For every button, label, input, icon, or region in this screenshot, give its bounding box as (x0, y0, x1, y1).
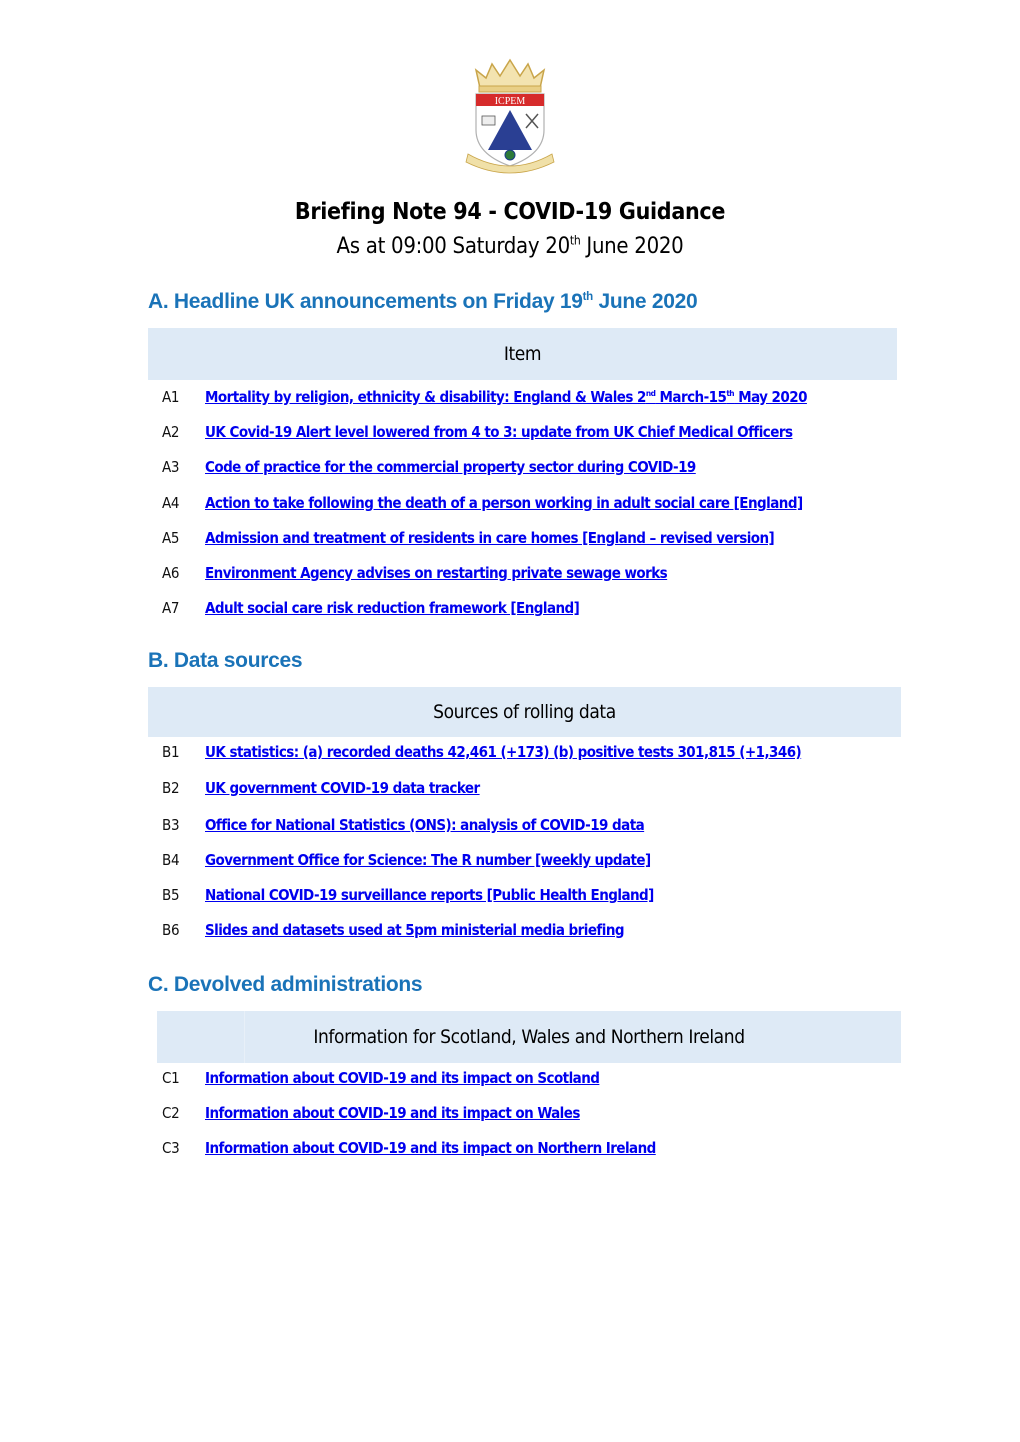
link-c1[interactable]: Information about COVID-19 and its impac… (205, 1069, 600, 1087)
list-item: A6 Environment Agency advises on restart… (162, 564, 668, 582)
svg-text:ICPEM: ICPEM (495, 96, 526, 107)
link-a4[interactable]: Action to take following the death of a … (205, 494, 803, 512)
link-a3[interactable]: Code of practice for the commercial prop… (205, 458, 696, 476)
page-title: Briefing Note 94 - COVID-19 Guidance (294, 199, 726, 225)
section-b-heading: B. Data sources (148, 649, 303, 672)
section-a-table-header: Item (148, 328, 897, 380)
link-b1[interactable]: UK statistics: (a) recorded deaths 42,46… (205, 743, 802, 761)
list-item: C2 Information about COVID-19 and its im… (162, 1104, 580, 1122)
list-item: B4 Government Office for Science: The R … (162, 851, 651, 869)
link-b3[interactable]: Office for National Statistics (ONS): an… (205, 816, 645, 834)
icpem-logo: ICPEM (465, 58, 555, 174)
list-item: A7 Adult social care risk reduction fram… (162, 599, 580, 617)
section-a-heading: A. Headline UK announcements on Friday 1… (148, 290, 698, 313)
list-item: A4 Action to take following the death of… (162, 494, 803, 512)
section-c-heading: C. Devolved administrations (148, 973, 423, 996)
book-icon (481, 115, 496, 126)
list-item: A1 Mortality by religion, ethnicity & di… (162, 388, 807, 406)
link-a1[interactable]: Mortality by religion, ethnicity & disab… (205, 388, 807, 406)
list-item: A2 UK Covid-19 Alert level lowered from … (162, 423, 793, 441)
link-c3[interactable]: Information about COVID-19 and its impac… (205, 1139, 656, 1157)
table-header-empty-cell (157, 1011, 245, 1063)
list-item: B2 UK government COVID-19 data tracker (162, 779, 480, 797)
link-a6[interactable]: Environment Agency advises on restarting… (205, 564, 668, 582)
list-item: A3 Code of practice for the commercial p… (162, 458, 696, 476)
section-b-table-header: Sources of rolling data (148, 687, 901, 737)
section-c-table-header: Information for Scotland, Wales and Nort… (157, 1011, 901, 1063)
link-a2[interactable]: UK Covid-19 Alert level lowered from 4 t… (205, 423, 793, 441)
crown-icon (474, 58, 546, 93)
list-item: B1 UK statistics: (a) recorded deaths 42… (162, 743, 802, 761)
globe-icon (504, 149, 516, 161)
page-subtitle: As at 09:00 Saturday 20th June 2020 (336, 233, 684, 259)
list-item: C1 Information about COVID-19 and its im… (162, 1069, 600, 1087)
link-a7[interactable]: Adult social care risk reduction framewo… (205, 599, 580, 617)
link-c2[interactable]: Information about COVID-19 and its impac… (205, 1104, 580, 1122)
list-item: A5 Admission and treatment of residents … (162, 529, 775, 547)
link-a5[interactable]: Admission and treatment of residents in … (205, 529, 775, 547)
list-item: C3 Information about COVID-19 and its im… (162, 1139, 656, 1157)
link-b5[interactable]: National COVID-19 surveillance reports [… (205, 886, 654, 904)
link-b4[interactable]: Government Office for Science: The R num… (205, 851, 651, 869)
link-b6[interactable]: Slides and datasets used at 5pm minister… (205, 921, 625, 939)
link-b2[interactable]: UK government COVID-19 data tracker (205, 779, 480, 797)
list-item: B5 National COVID-19 surveillance report… (162, 886, 654, 904)
list-item: B3 Office for National Statistics (ONS):… (162, 816, 645, 834)
list-item: B6 Slides and datasets used at 5pm minis… (162, 921, 625, 939)
